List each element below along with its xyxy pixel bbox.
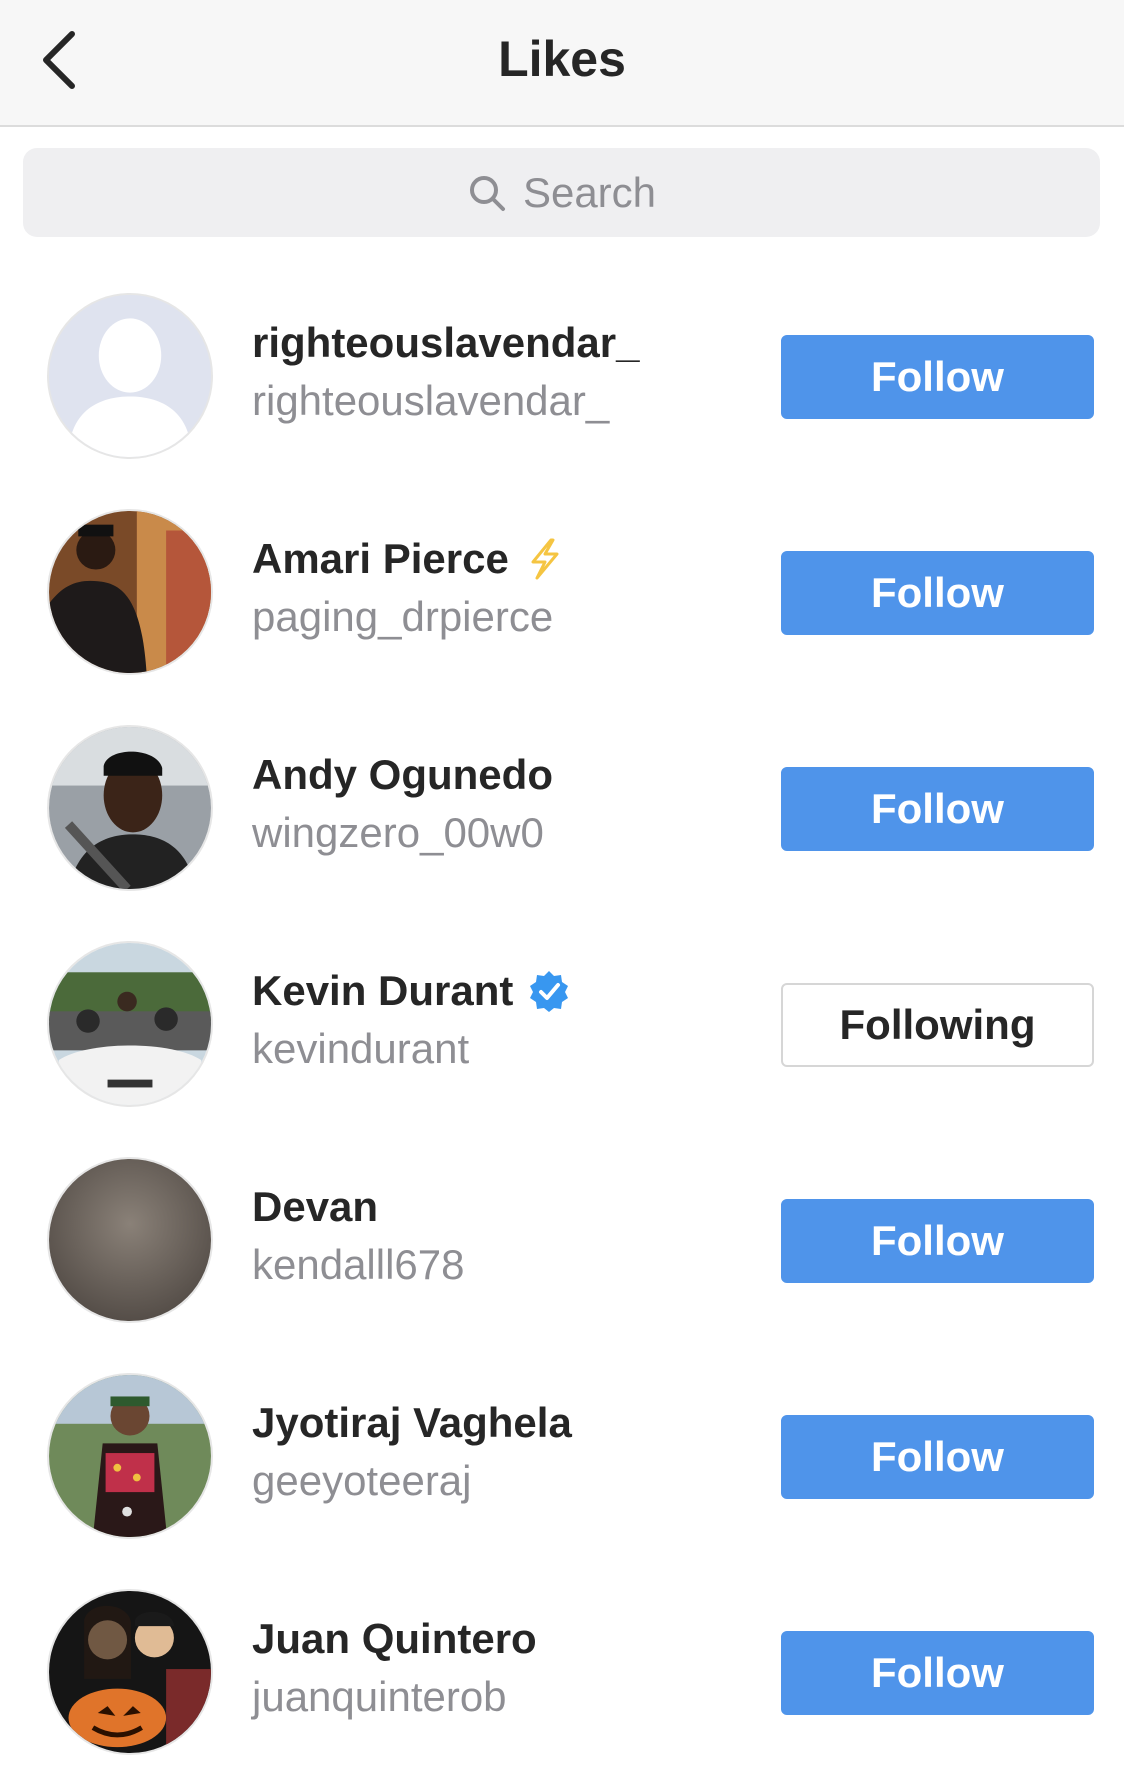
display-name[interactable]: Juan Quintero	[252, 1614, 537, 1664]
display-name-text: Devan	[252, 1183, 379, 1230]
avatar[interactable]	[47, 509, 213, 675]
verified-icon	[530, 971, 569, 1012]
search-icon	[469, 175, 505, 211]
avatar-photo	[49, 1375, 211, 1537]
list-item: Devan kendalll678 Follow	[0, 1124, 1124, 1340]
username: kendalll678	[252, 1241, 465, 1288]
follow-button[interactable]: Follow	[781, 1631, 1094, 1715]
username: geeyoteeraj	[252, 1457, 472, 1504]
username: juanquinterob	[252, 1673, 507, 1720]
avatar-photo	[49, 943, 211, 1105]
username: righteouslavendar_	[252, 377, 610, 424]
display-name-text: Jyotiraj Vaghela	[252, 1399, 572, 1446]
display-name[interactable]: righteouslavendar_	[252, 318, 639, 368]
avatar[interactable]	[47, 293, 213, 459]
avatar-photo	[49, 727, 211, 889]
follow-button[interactable]: Follow	[781, 335, 1094, 419]
display-name[interactable]: Devan	[252, 1182, 465, 1232]
display-name-text: Juan Quintero	[252, 1615, 537, 1662]
username: kevindurant	[252, 1025, 470, 1072]
follow-button[interactable]: Follow	[781, 1199, 1094, 1283]
display-name[interactable]: Jyotiraj Vaghela	[252, 1398, 572, 1448]
avatar[interactable]	[47, 725, 213, 891]
list-item: Jyotiraj Vaghela geeyoteeraj Follow	[0, 1340, 1124, 1556]
follow-button[interactable]: Follow	[781, 767, 1094, 851]
follow-button[interactable]: Follow	[781, 551, 1094, 635]
following-button[interactable]: Following	[781, 983, 1094, 1067]
default-avatar-icon	[49, 295, 211, 457]
list-item: righteouslavendar_ righteouslavendar_ Fo…	[0, 260, 1124, 476]
avatar-photo	[49, 1591, 211, 1753]
display-name[interactable]: Amari Pierce	[252, 534, 567, 584]
display-name[interactable]: Kevin Durant	[252, 966, 571, 1016]
lightning-icon	[531, 538, 559, 580]
list-item: Andy Ogunedo wingzero_00w0 Follow	[0, 692, 1124, 908]
avatar[interactable]	[47, 1373, 213, 1539]
display-name[interactable]: Andy Ogunedo	[252, 750, 553, 800]
avatar[interactable]	[47, 1589, 213, 1755]
avatar[interactable]	[47, 941, 213, 1107]
display-name-text: Kevin Durant	[252, 967, 514, 1014]
nav-header: Likes	[0, 0, 1124, 127]
display-name-text: Amari Pierce	[252, 535, 509, 582]
search-placeholder: Search	[522, 168, 657, 216]
search-input[interactable]: Search	[23, 148, 1100, 237]
follow-button[interactable]: Follow	[781, 1415, 1094, 1499]
list-item: Juan Quintero juanquinterob Follow	[0, 1556, 1124, 1772]
list-item: Kevin Durant kevindurant Following	[0, 908, 1124, 1124]
list-item: Amari Pierce paging_drpierce Follow	[0, 476, 1124, 692]
avatar-photo	[49, 1159, 211, 1321]
avatar-photo	[49, 511, 211, 673]
avatar[interactable]	[47, 1157, 213, 1323]
username: wingzero_00w0	[252, 809, 544, 856]
display-name-text: righteouslavendar_	[252, 319, 640, 366]
username: paging_drpierce	[252, 593, 554, 640]
page-title: Likes	[498, 31, 626, 87]
display-name-text: Andy Ogunedo	[252, 751, 553, 798]
